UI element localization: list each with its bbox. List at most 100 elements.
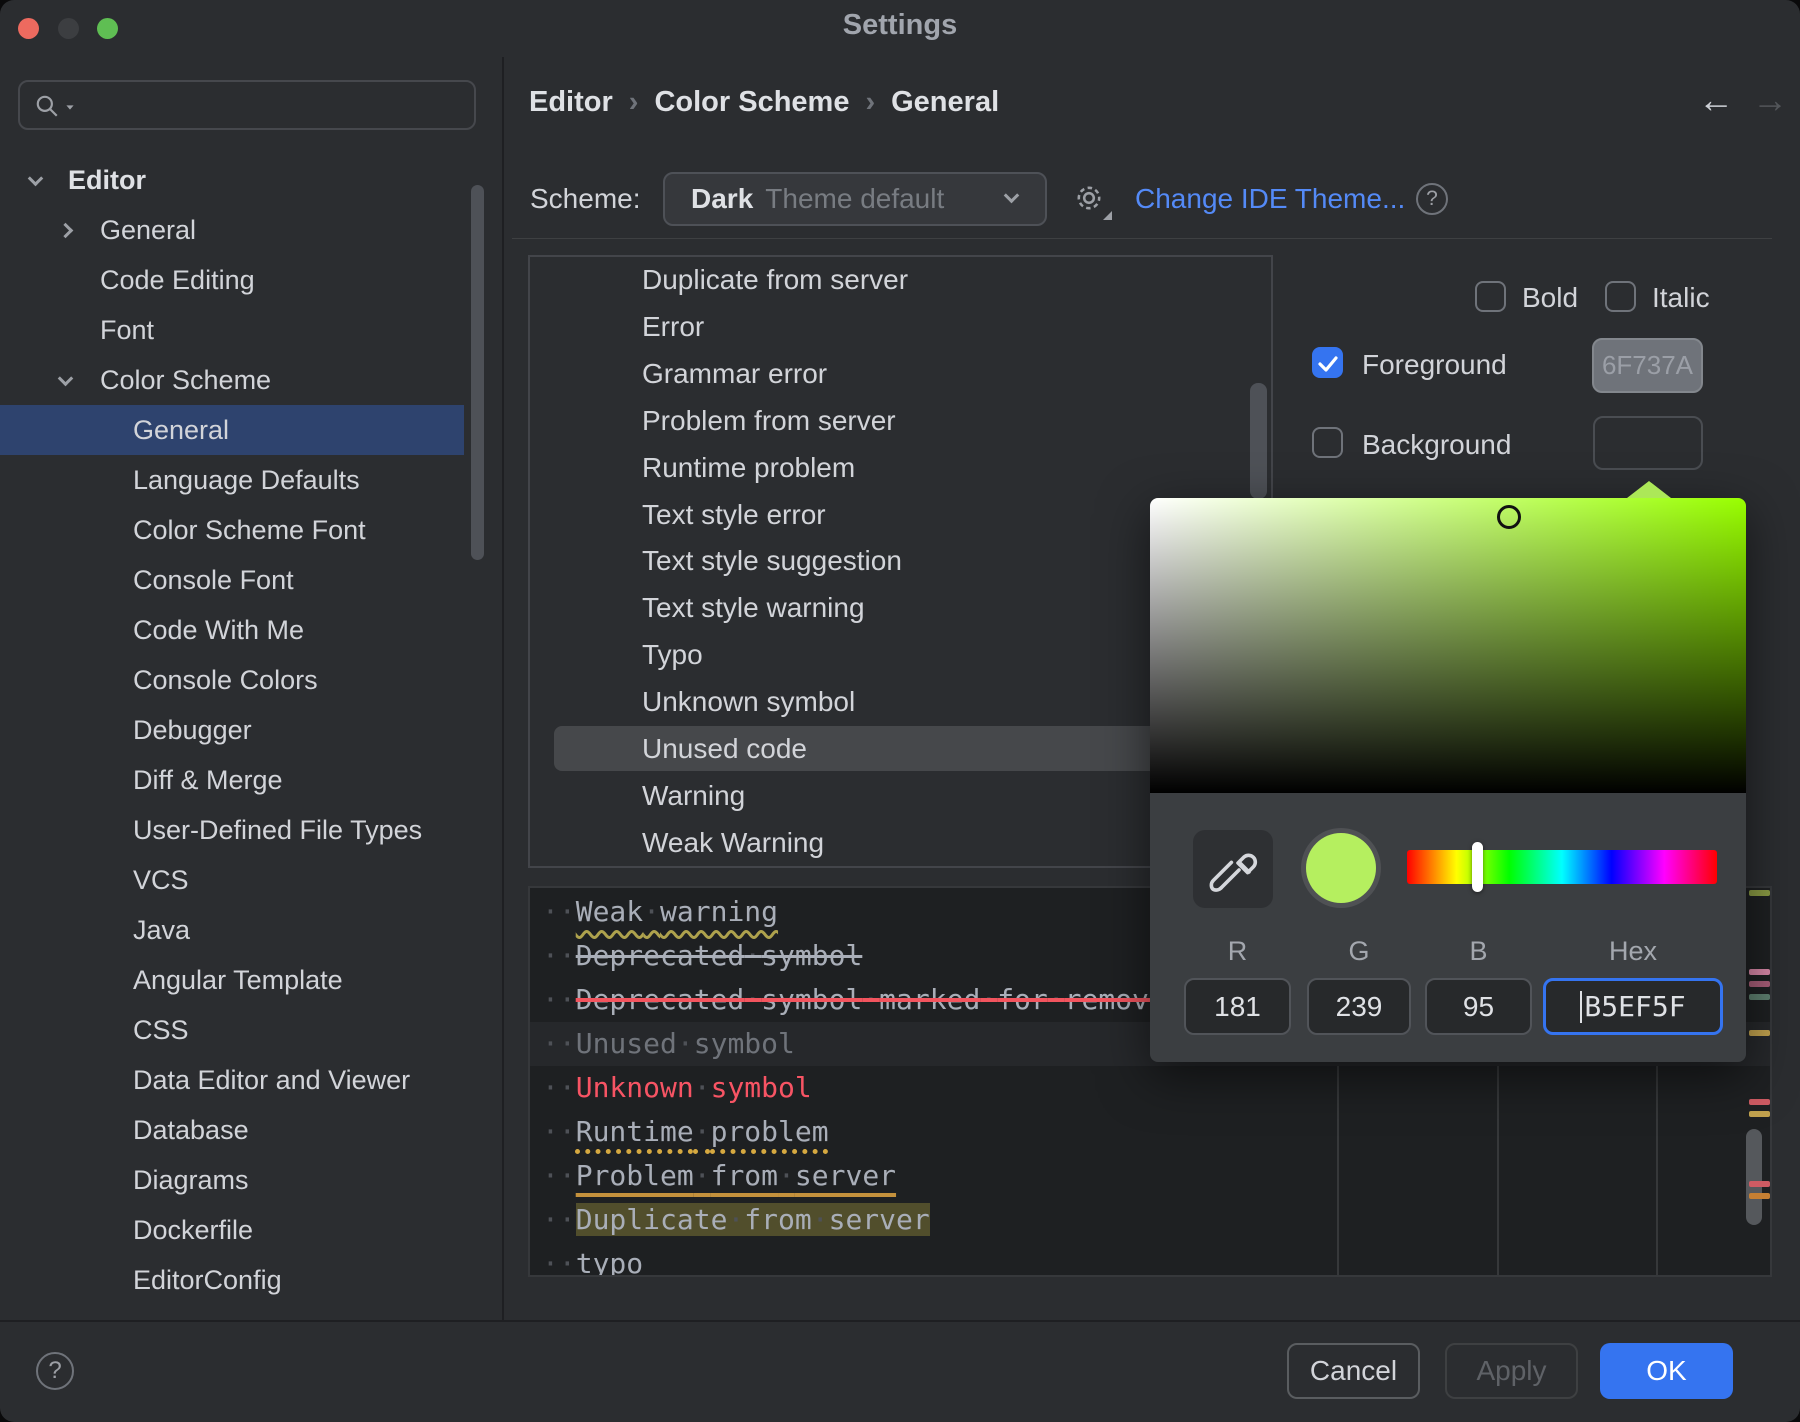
- scheme-actions-button[interactable]: [1072, 181, 1114, 221]
- attribute-label: Weak Warning: [530, 827, 824, 859]
- sidebar-item-language-defaults[interactable]: Language Defaults: [0, 455, 464, 505]
- background-label: Background: [1362, 429, 1511, 461]
- whitespace-dots: ··: [542, 1203, 576, 1236]
- sidebar-scrollbar[interactable]: [471, 185, 484, 560]
- sidebar-item-label: Console Font: [133, 565, 294, 596]
- sidebar-item-label: Code With Me: [133, 615, 304, 646]
- forward-arrow-button[interactable]: →: [1752, 82, 1788, 118]
- apply-button[interactable]: Apply: [1445, 1343, 1578, 1399]
- attribute-row-grammar-error[interactable]: Grammar error: [530, 351, 1271, 398]
- whitespace-dots: ··: [542, 1115, 576, 1148]
- hex-label: Hex: [1543, 936, 1723, 967]
- hue-slider[interactable]: [1407, 850, 1717, 884]
- attribute-row-runtime-problem[interactable]: Runtime problem: [530, 444, 1271, 491]
- eyedropper-button[interactable]: [1193, 830, 1273, 908]
- error-stripe-mark: [1749, 1099, 1770, 1105]
- chevron-down-icon[interactable]: [28, 170, 44, 186]
- search-input[interactable]: [18, 80, 476, 130]
- change-ide-theme-link[interactable]: Change IDE Theme...: [1135, 183, 1405, 215]
- sidebar-item-debugger[interactable]: Debugger: [0, 705, 464, 755]
- breadcrumb-item[interactable]: Color Scheme: [654, 86, 849, 119]
- sidebar-item-label: Color Scheme: [100, 365, 271, 396]
- sidebar-item-diagrams[interactable]: Diagrams: [0, 1155, 464, 1205]
- color-selector-cursor[interactable]: [1497, 505, 1521, 529]
- sidebar-item-label: Diagrams: [133, 1165, 249, 1196]
- sidebar-item-data-editor-and-viewer[interactable]: Data Editor and Viewer: [0, 1055, 464, 1105]
- whitespace-dots: ··: [542, 983, 576, 1016]
- sidebar-item-label: Language Defaults: [133, 465, 360, 496]
- hue-slider-handle[interactable]: [1472, 842, 1483, 892]
- sidebar-item-console-colors[interactable]: Console Colors: [0, 655, 464, 705]
- error-stripe-mark: [1749, 981, 1770, 987]
- sidebar-item-label: Color Scheme Font: [133, 515, 366, 546]
- sidebar-item-general[interactable]: General: [0, 405, 464, 455]
- header-separator: [512, 238, 1772, 239]
- sidebar-item-color-scheme-font[interactable]: Color Scheme Font: [0, 505, 464, 555]
- italic-checkbox[interactable]: [1605, 281, 1636, 312]
- sidebar-item-code-editing[interactable]: Code Editing: [0, 255, 464, 305]
- sidebar-item-database[interactable]: Database: [0, 1105, 464, 1155]
- sidebar-item-java[interactable]: Java: [0, 905, 464, 955]
- sidebar-item-vcs[interactable]: VCS: [0, 855, 464, 905]
- eyedropper-icon: [1193, 830, 1273, 908]
- preview-line-problem-server[interactable]: ··Problem·from·server: [530, 1154, 1770, 1198]
- attribute-label: Duplicate from server: [530, 264, 908, 296]
- background-color-swatch[interactable]: [1593, 416, 1703, 470]
- saturation-brightness-area[interactable]: [1150, 498, 1746, 793]
- preview-scrollbar[interactable]: [1746, 1129, 1762, 1225]
- gear-dropdown-indicator-icon: [1103, 211, 1112, 220]
- help-button[interactable]: ?: [36, 1352, 74, 1390]
- foreground-color-swatch[interactable]: 6F737A: [1592, 338, 1703, 393]
- breadcrumb-item[interactable]: General: [891, 86, 999, 119]
- titlebar: Settings: [0, 0, 1800, 57]
- sidebar-item-editor[interactable]: Editor: [0, 155, 464, 205]
- red-input[interactable]: 181: [1184, 978, 1291, 1035]
- chevron-right-icon[interactable]: [58, 222, 74, 238]
- gear-icon: [1072, 181, 1106, 215]
- sidebar-item-diff-merge[interactable]: Diff & Merge: [0, 755, 464, 805]
- sidebar-item-dockerfile[interactable]: Dockerfile: [0, 1205, 464, 1255]
- attribute-label: Unknown symbol: [530, 686, 855, 718]
- sidebar-item-console-font[interactable]: Console Font: [0, 555, 464, 605]
- attribute-row-duplicate-from-server[interactable]: Duplicate from server: [530, 257, 1271, 304]
- preview-text: Deprecated·symbol: [576, 939, 863, 972]
- preview-line-runtime[interactable]: ··Runtime·problem: [530, 1110, 1770, 1154]
- sidebar-item-code-with-me[interactable]: Code With Me: [0, 605, 464, 655]
- preview-line-typo[interactable]: ··typo: [530, 1242, 1770, 1277]
- whitespace-dots: ··: [542, 1159, 576, 1192]
- whitespace-dots: ··: [542, 939, 576, 972]
- background-checkbox[interactable]: [1312, 427, 1343, 458]
- attribute-row-problem-from-server[interactable]: Problem from server: [530, 398, 1271, 445]
- error-stripe-mark: [1749, 969, 1770, 975]
- sidebar-item-css[interactable]: CSS: [0, 1005, 464, 1055]
- preview-text: Weak·warning: [576, 895, 778, 928]
- sidebar-item-label: Java: [133, 915, 190, 946]
- preview-text: Problem·from·server: [576, 1159, 896, 1192]
- popup-caret: [1627, 481, 1671, 498]
- hex-input[interactable]: B5EF5F: [1543, 978, 1723, 1035]
- green-input[interactable]: 239: [1307, 978, 1411, 1035]
- sidebar-item-font[interactable]: Font: [0, 305, 464, 355]
- blue-input[interactable]: 95: [1425, 978, 1532, 1035]
- preview-text: Duplicate·from·server: [576, 1203, 930, 1236]
- cancel-button[interactable]: Cancel: [1287, 1343, 1420, 1399]
- sidebar-item-angular-template[interactable]: Angular Template: [0, 955, 464, 1005]
- breadcrumb-separator-icon: ›: [865, 86, 875, 119]
- sidebar-item-user-defined-file-types[interactable]: User-Defined File Types: [0, 805, 464, 855]
- attribute-list-scrollbar[interactable]: [1250, 383, 1267, 499]
- scheme-help-icon[interactable]: ?: [1416, 183, 1448, 215]
- bold-checkbox[interactable]: [1475, 281, 1506, 312]
- attribute-row-error[interactable]: Error: [530, 304, 1271, 351]
- foreground-checkbox[interactable]: [1312, 347, 1343, 378]
- italic-label: Italic: [1652, 282, 1710, 314]
- breadcrumb-item[interactable]: Editor: [529, 86, 613, 119]
- ok-button[interactable]: OK: [1600, 1343, 1733, 1399]
- sidebar-item-general[interactable]: General: [0, 205, 464, 255]
- preview-line-unknown[interactable]: ··Unknown·symbol: [530, 1066, 1770, 1110]
- preview-line-duplicate-server[interactable]: ··Duplicate·from·server: [530, 1198, 1770, 1242]
- back-arrow-button[interactable]: ←: [1698, 82, 1734, 118]
- scheme-dropdown[interactable]: Dark Theme default: [663, 172, 1047, 226]
- chevron-down-icon[interactable]: [58, 370, 74, 386]
- sidebar-item-editorconfig[interactable]: EditorConfig: [0, 1255, 464, 1305]
- sidebar-item-color-scheme[interactable]: Color Scheme: [0, 355, 464, 405]
